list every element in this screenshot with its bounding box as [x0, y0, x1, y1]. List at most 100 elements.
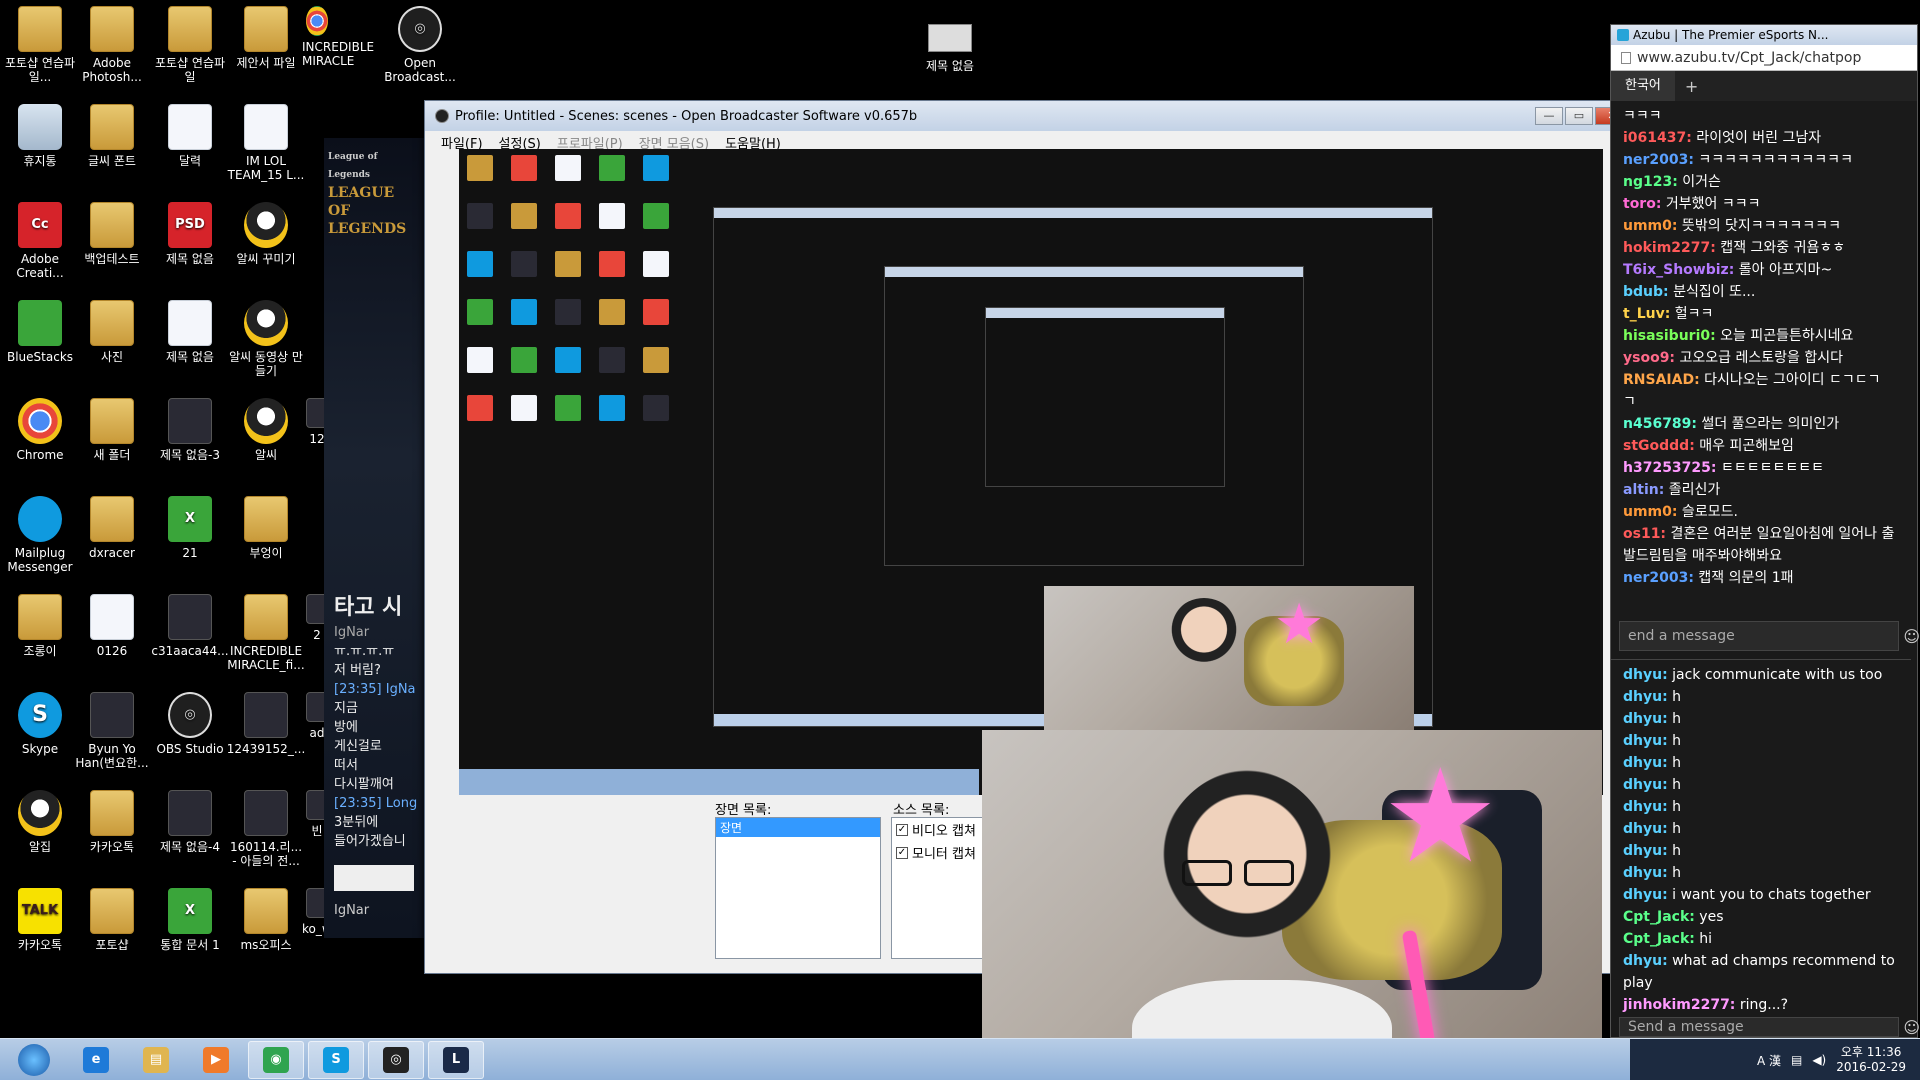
clock[interactable]: 오후 11:36 2016-02-29 — [1836, 1045, 1906, 1075]
desktop-icon[interactable]: Mailplug Messenger — [0, 496, 80, 574]
source-checkbox[interactable]: ✓ — [896, 823, 908, 836]
desktop-icon[interactable]: 카카오톡 — [72, 790, 152, 854]
chat-address-bar[interactable]: www.azubu.tv/Cpt_Jack/chatpop — [1611, 45, 1917, 71]
minimize-button[interactable]: — — [1535, 107, 1563, 125]
chat-username[interactable]: jinhokim2277: — [1623, 997, 1735, 1013]
source-checkbox[interactable]: ✓ — [896, 846, 908, 859]
source-item[interactable]: ✓ 모니터 캡쳐 — [892, 841, 990, 864]
desktop-icon[interactable]: ◎ Open Broadcast... — [380, 6, 460, 84]
desktop-icon[interactable]: TALK 카카오톡 — [0, 888, 80, 952]
chat-username[interactable]: altin: — [1623, 482, 1664, 498]
chat-username[interactable]: dhyu: — [1623, 799, 1668, 815]
desktop-icon[interactable]: 제목 없음-3 — [150, 398, 230, 462]
desktop-icon[interactable]: X 통합 문서 1 — [150, 888, 230, 952]
desktop-icon[interactable]: 부엉이 — [226, 496, 306, 560]
taskbar-app-button[interactable]: ◉ — [248, 1040, 304, 1079]
chat-username[interactable]: ner2003: — [1623, 570, 1694, 586]
chat-username[interactable]: dhyu: — [1623, 865, 1668, 881]
chat-username[interactable]: stGoddd: — [1623, 438, 1695, 454]
chat-titlebar[interactable]: Azubu | The Premier eSports N... — [1611, 25, 1917, 45]
taskbar-app-button[interactable]: e — [68, 1041, 124, 1079]
obs-titlebar[interactable]: Profile: Untitled - Scenes: scenes - Ope… — [425, 101, 1635, 131]
chat-username[interactable]: toro: — [1623, 196, 1661, 212]
desktop-icon[interactable]: 달력 — [150, 104, 230, 168]
desktop-icon[interactable]: 제목 없음 — [150, 300, 230, 364]
chat-username[interactable]: ng123: — [1623, 174, 1678, 190]
emoticon-icon[interactable]: ☺ — [1903, 627, 1920, 646]
desktop-icon[interactable]: BlueStacks — [0, 300, 80, 364]
chat-username[interactable]: dhyu: — [1623, 689, 1668, 705]
desktop-icon[interactable]: 알씨 꾸미기 — [226, 202, 306, 266]
chat-username[interactable]: Cpt_Jack: — [1623, 931, 1695, 947]
desktop-icon[interactable]: Adobe Photosh... — [72, 6, 152, 84]
chat-username[interactable]: bdub: — [1623, 284, 1669, 300]
desktop-icon[interactable]: INCREDIBLE MIRACLE — [302, 6, 374, 68]
network-icon[interactable]: ▤ — [1791, 1053, 1802, 1067]
chat-username[interactable]: n456789: — [1623, 416, 1697, 432]
chat-username[interactable]: dhyu: — [1623, 667, 1668, 683]
source-item[interactable]: ✓ 비디오 캡쳐 — [892, 818, 990, 841]
chat-username[interactable]: dhyu: — [1623, 953, 1668, 969]
chat-username[interactable]: dhyu: — [1623, 843, 1668, 859]
taskbar-app-button[interactable]: ◎ — [368, 1040, 424, 1079]
chat-username[interactable]: dhyu: — [1623, 821, 1668, 837]
chat-message-input-lower[interactable]: Send a message ☺ ⚙ — [1619, 1017, 1920, 1037]
desktop-icon[interactable]: 12439152_... — [226, 692, 306, 756]
desktop-icon[interactable]: c31aaca44... — [150, 594, 230, 658]
chat-username[interactable]: h37253725: — [1623, 460, 1717, 476]
chat-username[interactable]: t_Luv: — [1623, 306, 1670, 322]
desktop-icon[interactable]: 사진 — [72, 300, 152, 364]
chat-username[interactable]: T6ix_Showbiz: — [1623, 262, 1734, 278]
desktop-icon[interactable]: Chrome — [0, 398, 80, 462]
chat-username[interactable]: umm0: — [1623, 218, 1677, 234]
chat-username[interactable]: hokim2277: — [1623, 240, 1716, 256]
taskbar-app-button[interactable]: L — [428, 1040, 484, 1079]
desktop-icon[interactable]: 새 폴더 — [72, 398, 152, 462]
volume-icon[interactable]: ◀) — [1812, 1053, 1826, 1067]
chat-username[interactable]: dhyu: — [1623, 777, 1668, 793]
desktop-icon[interactable]: 백업테스트 — [72, 202, 152, 266]
league-chat-input[interactable] — [334, 865, 414, 891]
desktop-icon[interactable]: 0126 — [72, 594, 152, 658]
desktop-icon[interactable]: 제안서 파일 — [226, 6, 306, 70]
desktop-icon[interactable]: 제목 없음-4 — [150, 790, 230, 854]
desktop-icon[interactable]: IM LOL TEAM_15 L... — [226, 104, 306, 182]
desktop-icon[interactable]: X 21 — [150, 496, 230, 560]
maximize-button[interactable]: ▭ — [1565, 107, 1593, 125]
scenes-list[interactable]: 장면 — [715, 817, 881, 959]
desktop-icon[interactable]: S Skype — [0, 692, 80, 756]
chat-username[interactable]: os11: — [1623, 526, 1666, 542]
chat-username[interactable]: i061437: — [1623, 130, 1692, 146]
chat-username[interactable]: dhyu: — [1623, 711, 1668, 727]
chat-username[interactable]: hisasiburi0: — [1623, 328, 1716, 344]
chat-username[interactable]: dhyu: — [1623, 733, 1668, 749]
chat-username[interactable]: ner2003: — [1623, 152, 1694, 168]
chat-username[interactable]: Cpt_Jack: — [1623, 909, 1695, 925]
desktop-icon[interactable]: 글씨 폰트 — [72, 104, 152, 168]
chat-username[interactable]: dhyu: — [1623, 887, 1668, 903]
chat-username[interactable]: ysoo9: — [1623, 350, 1675, 366]
desktop-icon[interactable]: 알집 — [0, 790, 80, 854]
desktop-icon[interactable]: PSD 제목 없음 — [150, 202, 230, 266]
sources-list[interactable]: ✓ 비디오 캡쳐 ✓ 모니터 캡쳐 — [891, 817, 991, 959]
taskbar-app-button[interactable]: ▤ — [128, 1041, 184, 1079]
chat-browser-window[interactable]: Azubu | The Premier eSports N... www.azu… — [1610, 24, 1920, 1038]
desktop-icon[interactable]: 조롱이 — [0, 594, 80, 658]
desktop-icon[interactable]: 포토샵 연습파일... — [0, 6, 80, 84]
desktop-icon[interactable]: 포토샵 — [72, 888, 152, 952]
tab-korean[interactable]: 한국어 — [1611, 71, 1675, 101]
desktop-icon[interactable]: 160114.리... - 아들의 전... — [226, 790, 306, 868]
desktop-icon[interactable]: 휴지통 — [0, 104, 80, 168]
desktop-icon[interactable]: ◎ OBS Studio — [150, 692, 230, 756]
desktop-icon[interactable]: 알씨 — [226, 398, 306, 462]
desktop-icon[interactable]: Byun Yo Han(변요한... — [72, 692, 152, 770]
ime-indicator[interactable]: A 漢 — [1757, 1052, 1781, 1069]
chat-username[interactable]: dhyu: — [1623, 755, 1668, 771]
chat-username[interactable]: RNSAIAD: — [1623, 372, 1700, 388]
desktop-icon[interactable]: ms오피스 — [226, 888, 306, 952]
scene-item[interactable]: 장면 — [716, 818, 880, 837]
desktop-icon-untitled[interactable]: 제목 없음 — [905, 24, 995, 74]
start-button[interactable] — [4, 1041, 64, 1079]
desktop-icon[interactable]: Cc Adobe Creati... — [0, 202, 80, 280]
taskbar-app-button[interactable]: ▶ — [188, 1041, 244, 1079]
